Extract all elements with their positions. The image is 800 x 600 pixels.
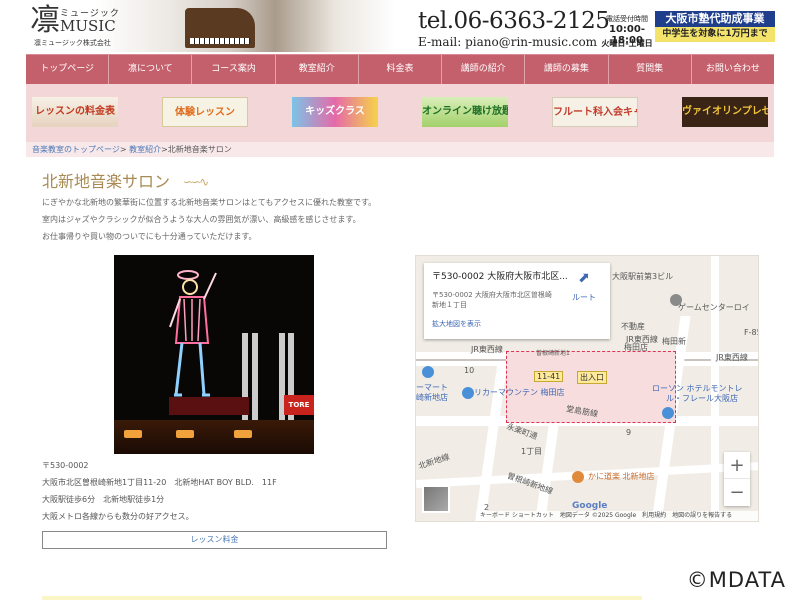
main-nav: トップページ 凛について コース案内 教室紹介 料金表 講師の紹介 講師の募集 … xyxy=(26,54,774,84)
nav-item-recruit[interactable]: 講師の募集 xyxy=(525,55,609,84)
description: にぎやかな北新地の繁華街に位置する北新地音楽サロンはとてもアクセスに優れた教室で… xyxy=(42,194,376,245)
map-label: JR東西線 xyxy=(471,345,503,354)
map-label: 10 xyxy=(464,366,475,375)
subsidy-title: 大阪市塾代助成事業 xyxy=(655,11,775,27)
neon-pillar xyxy=(252,333,258,423)
map-pin-icon[interactable] xyxy=(462,387,474,399)
map-label: JR東西線 xyxy=(716,353,748,362)
breadcrumb-current: 北新地音楽サロン xyxy=(167,145,232,154)
address-block: 〒530-0002 大阪市北区曽根崎新地1丁目11-20 北新地HAT BOY … xyxy=(42,457,277,525)
neon-sign-man xyxy=(169,270,217,397)
next-section-bar xyxy=(42,596,642,600)
banner-violin-campaign[interactable]: ヴァイオリンプレゼントキャンペーン xyxy=(682,97,768,127)
map-label: 曽根崎新地1 xyxy=(536,350,570,357)
nav-item-courses[interactable]: コース案内 xyxy=(192,55,276,84)
street-light xyxy=(176,430,194,438)
subsidy-banner[interactable]: 大阪市塾代助成事業 中学生を対象に1万円まで xyxy=(655,11,775,42)
hours-label: 電話受付時間 xyxy=(606,15,648,23)
breadcrumb-sep: > xyxy=(161,145,168,154)
route-icon: ⬈ xyxy=(578,270,590,286)
description-line: 室内はジャズやクラシックが似合うような大人の雰囲気が漂い、高級感を感じさせます。 xyxy=(42,215,361,224)
nav-item-faq[interactable]: 質問集 xyxy=(609,55,692,84)
map-enlarge-link[interactable]: 拡大地図を表示 xyxy=(432,319,602,329)
map-pin-icon[interactable] xyxy=(670,294,682,306)
banner-kids-class[interactable]: キッズクラス xyxy=(292,97,378,127)
map-label: 梅田新 xyxy=(662,337,686,346)
lesson-fees-button[interactable]: レッスン料金 xyxy=(42,531,387,549)
map-label: 北新地線 xyxy=(417,452,451,471)
breadcrumb-home[interactable]: 音楽教室のトップページ xyxy=(32,145,120,154)
google-map[interactable]: 大阪駅前第3ビル ゲームセンターロイ JR東西線 不動産 梅田店 梅田新 曽根崎… xyxy=(415,255,759,522)
postal-code: 〒530-0002 xyxy=(42,461,89,470)
description-line: にぎやかな北新地の繁華街に位置する北新地音楽サロンはとてもアクセスに優れた教室で… xyxy=(42,198,377,207)
map-label: F-85 xyxy=(744,328,758,337)
map-info-card: 〒530-0002 大阪府大阪市北区... 〒530-0002 大阪府大阪市北区… xyxy=(424,263,610,339)
nav-item-top[interactable]: トップページ xyxy=(26,55,110,84)
map-zoom-control: + − xyxy=(724,452,750,506)
shop-sign-red: TORE xyxy=(284,395,314,415)
street xyxy=(114,420,314,454)
nav-item-classrooms[interactable]: 教室紹介 xyxy=(276,55,359,84)
logo-kanji: 凛 xyxy=(30,3,60,38)
site-header: 凛 ミュージック MUSIC 凛ミュージック株式会社 tel.06-6363-2… xyxy=(0,0,800,55)
banner-trial-lesson[interactable]: 体験レッスン xyxy=(162,97,248,127)
phone-number[interactable]: tel.06-6363-2125 xyxy=(418,8,610,34)
breadcrumb: 音楽教室のトップページ> 教室紹介>北新地音楽サロン xyxy=(26,142,774,157)
map-label: 11-41 xyxy=(534,371,564,382)
access-info-metro: 大阪メトロ各線からも数分の好アクセス。 xyxy=(42,512,194,521)
map-pin-icon[interactable] xyxy=(572,471,584,483)
breadcrumb-sep: > xyxy=(119,145,127,154)
title-ornament: ∽∽∿ xyxy=(183,175,209,189)
page-title: 北新地音楽サロン xyxy=(42,172,171,191)
banner-flute-campaign[interactable]: フルート科入会キャンペーン xyxy=(552,97,638,127)
map-label: ゲームセンターロイ xyxy=(678,303,750,312)
zoom-in-button[interactable]: + xyxy=(724,452,750,479)
map-label: 梅田店 xyxy=(624,343,648,352)
subsidy-note: 中学生を対象に1万円まで xyxy=(655,27,775,42)
map-route-button[interactable]: ⬈ ルート xyxy=(568,271,600,304)
map-label: 9 xyxy=(626,428,632,437)
zoom-out-button[interactable]: − xyxy=(724,479,750,506)
banner-online-lesson[interactable]: オンライン聴け放題レッスン xyxy=(422,97,508,127)
map-label: 大阪駅前第3ビル xyxy=(612,272,674,281)
email-address[interactable]: E-mail: piano@rin-music.com xyxy=(418,35,597,49)
map-pin-icon[interactable] xyxy=(662,407,674,419)
nav-item-teachers[interactable]: 講師の紹介 xyxy=(442,55,526,84)
nav-item-fees[interactable]: 料金表 xyxy=(359,55,443,84)
street-light xyxy=(234,430,252,438)
street-light xyxy=(124,430,142,438)
business-hours: 電話受付時間 10:00-18:00 火曜日-土曜日 xyxy=(596,14,658,48)
banner-fees[interactable]: レッスンの料金表 xyxy=(32,97,118,127)
site-logo[interactable]: 凛 ミュージック MUSIC 凛ミュージック株式会社 xyxy=(30,4,150,48)
map-label: 出入口 xyxy=(577,371,607,384)
kitashinchi-night-photo: TORE xyxy=(114,255,314,454)
watermark: ©MDATA xyxy=(686,568,786,592)
piano-keys xyxy=(190,38,250,44)
logo-en: MUSIC xyxy=(60,17,116,35)
nav-item-about[interactable]: 凛について xyxy=(109,55,193,84)
map-label: かに道楽 北新地店 xyxy=(588,472,655,481)
description-line: お仕事帰りや買い物のついでにも十分通っていただけます。 xyxy=(42,232,257,241)
map-label: 崎新地店 xyxy=(416,393,448,402)
map-pin-icon[interactable] xyxy=(422,366,434,378)
map-label: 1丁目 xyxy=(521,447,543,456)
map-label: 不動産 xyxy=(621,322,645,331)
map-label: ル・フレール大阪店 xyxy=(666,394,738,403)
street-address: 大阪市北区曽根崎新地1丁目11-20 北新地HAT BOY BLD. 11F xyxy=(42,478,277,487)
shop-sign xyxy=(169,397,249,415)
page: 凛 ミュージック MUSIC 凛ミュージック株式会社 tel.06-6363-2… xyxy=(0,0,800,600)
promo-banner-strip: レッスンの料金表 体験レッスン キッズクラス オンライン聴け放題レッスン フルー… xyxy=(26,84,774,142)
nav-item-contact[interactable]: お問い合わせ xyxy=(692,55,774,84)
logo-corp: 凛ミュージック株式会社 xyxy=(34,39,111,47)
breadcrumb-parent[interactable]: 教室紹介 xyxy=(129,145,161,154)
map-label: リカーマウンテン 梅田店 xyxy=(474,388,565,397)
map-footer[interactable]: キーボード ショートカット 地図データ ©2025 Google 利用規約 地図… xyxy=(476,511,758,521)
hours-days: 火曜日-土曜日 xyxy=(601,39,653,48)
access-info: 大阪駅徒歩6分 北新地駅徒歩1分 xyxy=(42,495,165,504)
google-logo: Google xyxy=(572,501,608,511)
map-satellite-toggle[interactable] xyxy=(422,485,450,513)
route-label: ルート xyxy=(572,293,596,302)
